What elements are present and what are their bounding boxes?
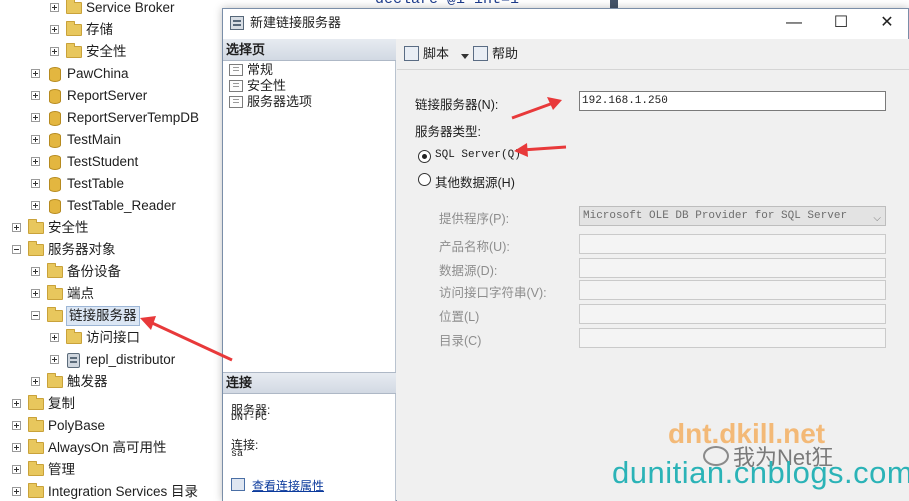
- arrow-to-linked-server-input: [511, 97, 562, 120]
- arrow-to-linked-servers-node: [140, 316, 233, 362]
- watermark-bottom: dunitian.cnblogs.com: [612, 455, 909, 490]
- arrow-to-sql-server-radio: [514, 143, 567, 157]
